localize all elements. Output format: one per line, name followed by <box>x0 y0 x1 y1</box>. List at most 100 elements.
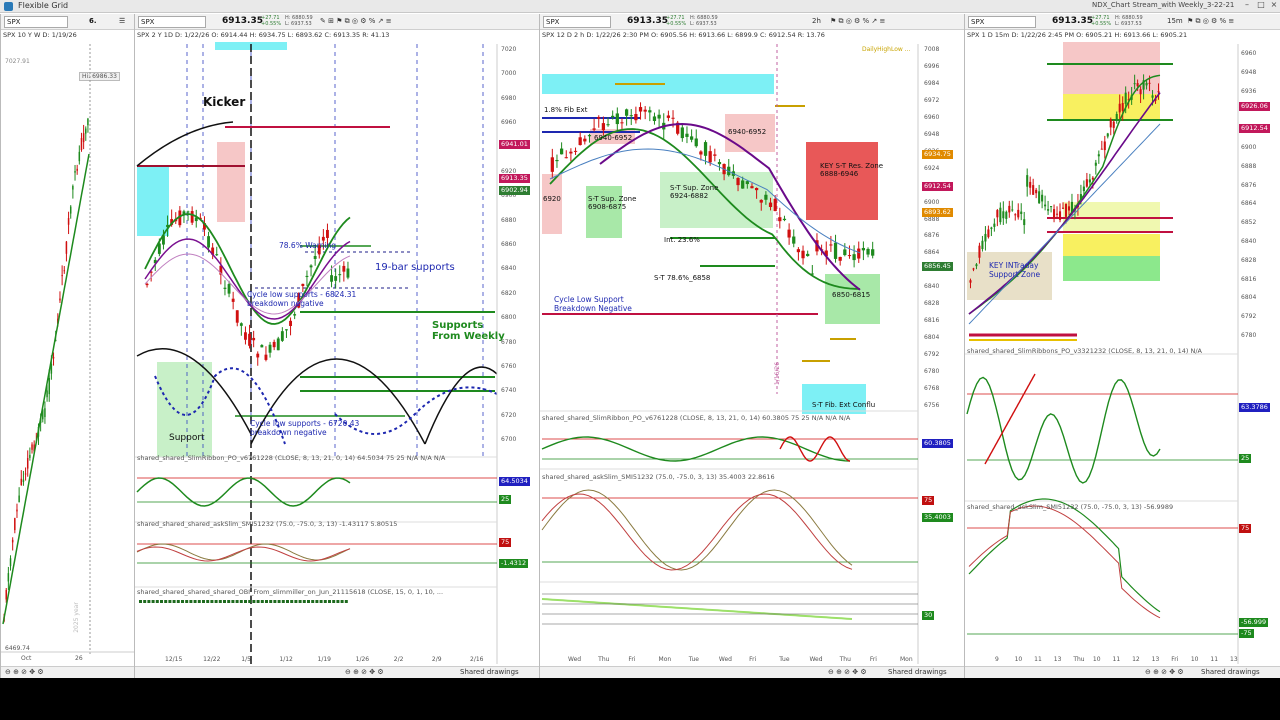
x-tick: Thu <box>598 656 610 663</box>
price-axis-tick: 6792 <box>924 351 940 359</box>
obi-dot <box>185 600 189 603</box>
study-line <box>984 373 1036 465</box>
candle-body <box>305 275 309 278</box>
price-chart[interactable] <box>1 14 134 678</box>
obi-dot <box>206 600 210 603</box>
study-value-tag: 25 <box>499 495 512 504</box>
candle-body <box>694 138 698 147</box>
price-axis-tick: 6804 <box>1241 294 1257 302</box>
candle-body <box>657 114 661 119</box>
study-line <box>541 436 851 462</box>
window-caption: NDX_Chart Stream_with Weekly_3-22-21 <box>1092 1 1235 9</box>
maximize-icon[interactable]: □ <box>1254 0 1268 13</box>
candle-body <box>713 154 717 156</box>
price-chart[interactable] <box>965 14 1280 678</box>
chart-annotation: Cycle Low Support Breakdown Negative <box>554 295 632 313</box>
study-value-tag: 35.4003 <box>922 513 953 522</box>
candle-body <box>1014 214 1017 216</box>
chart-panel-1[interactable]: SPX 6. ☰ SPX 10 Y W D: 1/19/26 7027.91 H… <box>0 14 134 678</box>
price-axis-tick: 6876 <box>1241 181 1257 189</box>
zoom-icon[interactable]: ⊖ ⊕ ⊘ ✥ ⚙ <box>5 668 44 676</box>
chart-footer: ⊖ ⊕ ⊘ ✥ ⚙ Shared drawings <box>135 666 539 678</box>
x-tick: 11 <box>1210 656 1219 663</box>
obi-dot <box>210 600 214 603</box>
zoom-icon[interactable]: ⊖ ⊕ ⊘ ✥ ⚙ <box>828 668 867 676</box>
obi-dot <box>160 600 163 603</box>
candle-body <box>346 268 350 278</box>
candle-body <box>248 333 251 346</box>
candle-body <box>87 118 89 126</box>
zoom-icon[interactable]: ⊖ ⊕ ⊘ ✥ ⚙ <box>345 668 384 676</box>
x-tick: 10 <box>1190 656 1199 663</box>
title-bar: Flexible Grid NDX_Chart Stream_with Week… <box>0 0 1280 13</box>
shared-drawings-label[interactable]: Shared drawings <box>1201 668 1260 676</box>
zoom-icon[interactable]: ⊖ ⊕ ⊘ ✥ ⚙ <box>1145 668 1184 676</box>
obi-dot <box>319 600 323 603</box>
obi-dot <box>244 600 247 603</box>
price-axis-tick: 6860 <box>501 241 517 248</box>
key-resistance-zone <box>806 142 878 220</box>
candle-body <box>833 242 838 259</box>
price-axis-tick: 6948 <box>924 130 940 138</box>
x-tick: 1/12 <box>279 656 293 663</box>
price-chart[interactable] <box>540 14 964 678</box>
chart-panel-2[interactable]: SPX 6913.35 +27.71 +0.55% H: 6880.59 L: … <box>134 14 539 678</box>
candle-body <box>18 495 20 503</box>
obi-dot <box>277 600 281 603</box>
price-axis-tick: 6828 <box>924 300 940 308</box>
candle-body <box>1112 121 1115 128</box>
candle-body <box>285 329 288 331</box>
candle-body <box>46 390 48 398</box>
candle-body <box>1064 203 1068 217</box>
candle-body <box>256 353 260 358</box>
chart-annotation: 78.6% Warning <box>279 241 337 250</box>
chart-panel-4[interactable]: SPX 6913.35 +27.71 +0.55% H: 6880.59 L: … <box>964 14 1280 678</box>
candle-body <box>999 207 1002 223</box>
shared-drawings-label[interactable]: Shared drawings <box>888 668 947 676</box>
x-tick: 12 <box>1132 656 1140 663</box>
window-title: Flexible Grid <box>18 1 69 10</box>
support-zone <box>1063 256 1160 281</box>
candle-body <box>643 109 647 112</box>
candle-body <box>564 157 568 159</box>
chart-annotation: KEY INTraday Support Zone <box>989 261 1041 279</box>
candle-body <box>857 248 861 259</box>
chart-panel-3[interactable]: SPX 6913.35 +27.71 +0.55% H: 6880.59 L: … <box>539 14 964 678</box>
shared-drawings-label[interactable]: Shared drawings <box>460 668 519 676</box>
x-tick: Mon <box>900 656 913 663</box>
obi-dot <box>218 600 222 603</box>
minimize-icon[interactable]: – <box>1240 0 1254 13</box>
candle-body <box>1047 209 1050 211</box>
candle-body <box>1029 181 1032 188</box>
chart-annotation: Cycle low supports - 6824.31 breakdown n… <box>247 290 357 308</box>
price-chart[interactable] <box>135 14 539 678</box>
candle-body <box>326 229 329 238</box>
price-axis-tick: 6900 <box>1241 144 1257 151</box>
candle-body <box>334 276 338 281</box>
candle-body <box>293 314 297 316</box>
chart-annotation: S-T Sup. Zone 6924-6882 <box>670 184 719 200</box>
price-axis-tick: 6960 <box>924 113 940 121</box>
close-icon[interactable]: × <box>1267 0 1280 13</box>
x-tick: Tue <box>779 656 790 663</box>
candle-body <box>1061 207 1065 209</box>
study-label: shared_shared_SlimRibbons_PO_v3321232 (C… <box>967 347 1202 355</box>
study-value-tag: 63.3786 <box>1239 403 1270 412</box>
price-axis-tick: 6700 <box>501 436 517 443</box>
obi-dot <box>176 600 180 603</box>
resistance-zone <box>217 142 245 222</box>
candle-body <box>272 341 276 348</box>
candle-body <box>1005 211 1008 219</box>
candle-body <box>16 509 18 512</box>
obi-dot <box>294 600 298 603</box>
study-label: shared_shared_shared_askSlim_SMI51232 (7… <box>137 520 398 528</box>
study-line <box>541 493 853 571</box>
obi-dot <box>248 600 252 603</box>
candle-body <box>1041 194 1044 202</box>
candle-body <box>987 229 990 238</box>
price-tag: 6934.75 <box>922 150 953 159</box>
candle-body <box>9 558 12 567</box>
x-tick: 11 <box>1034 656 1042 663</box>
candle-body <box>1032 185 1035 195</box>
price-axis-tick: 7020 <box>501 46 517 53</box>
